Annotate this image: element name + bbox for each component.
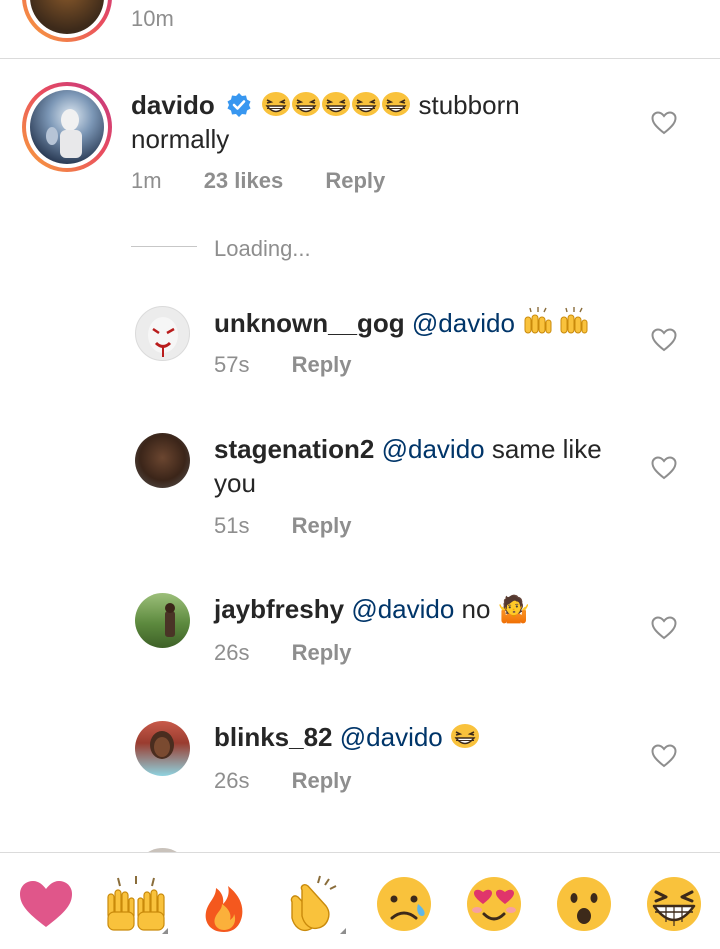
reply-body: blinks_82 @davido	[214, 720, 634, 754]
comment-body: davido stubborn normally	[131, 88, 611, 156]
reply-button[interactable]: Reply	[292, 768, 352, 793]
reply-button[interactable]: Reply	[292, 640, 352, 665]
grinning-squinting-icon	[451, 724, 479, 748]
username[interactable]: blinks_82	[214, 722, 333, 752]
astonished-face-icon[interactable]	[552, 872, 616, 936]
username[interactable]: davido	[131, 90, 215, 120]
crying-face-icon[interactable]	[372, 872, 436, 936]
grinning-squinting-face-icon[interactable]	[642, 872, 706, 936]
reply-button[interactable]: Reply	[292, 513, 352, 538]
comment-meta: 1m 23 likes Reply	[131, 168, 385, 194]
emoji-group	[261, 90, 418, 120]
reply-meta: 26s Reply	[214, 640, 352, 666]
reply-text: no 🤷	[454, 594, 531, 624]
mention-link[interactable]: @davido	[351, 594, 454, 624]
red-heart-icon[interactable]	[14, 872, 78, 936]
username[interactable]: jaybfreshy	[214, 594, 344, 624]
grinning-squinting-icon	[352, 92, 381, 116]
like-heart-icon[interactable]	[651, 744, 677, 768]
fire-icon[interactable]	[192, 872, 256, 936]
heart-eyes-icon[interactable]	[462, 872, 526, 936]
avatar-photo-icon	[165, 603, 175, 637]
comment-time: 1m	[131, 168, 162, 193]
reply-body: jaybfreshy @davido no 🤷	[214, 592, 634, 626]
clapping-hands-icon[interactable]	[282, 872, 346, 936]
reply-time: 26s	[214, 768, 250, 793]
avatar-blinks-82[interactable]	[135, 721, 190, 776]
likes-count[interactable]: 23 likes	[204, 168, 284, 193]
reply-meta: 26s Reply	[214, 768, 352, 794]
avatar-photo-icon	[150, 731, 174, 759]
avatar-davido[interactable]	[30, 90, 104, 164]
reply-time: 26s	[214, 640, 250, 665]
like-heart-icon[interactable]	[651, 616, 677, 640]
grinning-squinting-icon	[382, 92, 411, 116]
username[interactable]: stagenation2	[214, 434, 374, 464]
like-heart-icon[interactable]	[651, 328, 677, 352]
loading-line	[131, 246, 197, 247]
like-heart-icon[interactable]	[651, 456, 677, 480]
reply-button[interactable]: Reply	[325, 168, 385, 193]
avatar-stagenation2[interactable]	[135, 433, 190, 488]
verified-badge-icon	[227, 93, 251, 117]
reply-meta: 51s Reply	[214, 513, 352, 539]
avatar-jaybfreshy[interactable]	[135, 593, 190, 648]
raising-hands-icon[interactable]	[104, 872, 168, 936]
divider	[0, 58, 720, 59]
mention-link[interactable]: @davido	[412, 308, 515, 338]
reply-time: 51s	[214, 513, 250, 538]
grinning-squinting-icon	[262, 92, 291, 116]
reply-body: stagenation2 @davido same like you	[214, 432, 634, 500]
loading-text[interactable]: Loading...	[214, 236, 311, 262]
comment-time: 10m	[131, 6, 174, 31]
reply-body: unknown__gog @davido	[214, 306, 634, 340]
mention-link[interactable]: @davido	[382, 434, 485, 464]
avatar-photo-icon	[148, 317, 178, 357]
grinning-squinting-icon	[322, 92, 351, 116]
reply-time: 57s	[214, 352, 250, 377]
grinning-squinting-icon	[292, 92, 321, 116]
like-heart-icon[interactable]	[651, 111, 677, 135]
avatar-unknown-gog[interactable]	[135, 306, 190, 361]
avatar-photo-icon	[46, 109, 82, 158]
username[interactable]: unknown__gog	[214, 308, 405, 338]
mention-link[interactable]: @davido	[340, 722, 443, 752]
reply-button[interactable]: Reply	[292, 352, 352, 377]
reply-meta: 57s Reply	[214, 352, 352, 378]
raising-hands-icon	[524, 307, 588, 334]
